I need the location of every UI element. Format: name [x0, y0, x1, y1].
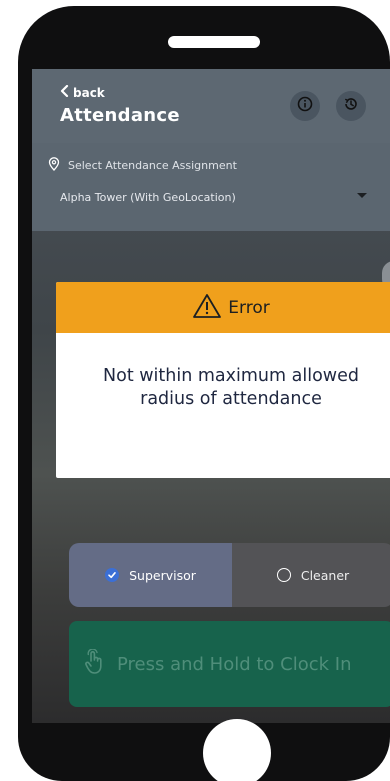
info-circle-icon	[297, 96, 313, 116]
app-header: back Attendance	[32, 69, 390, 143]
back-label: back	[73, 85, 105, 100]
role-toggle: Supervisor Cleaner	[69, 543, 390, 607]
radio-unchecked-icon	[276, 568, 291, 582]
role-option-label: Supervisor	[129, 567, 196, 583]
page-title: Attendance	[60, 105, 180, 126]
error-dialog-message: Not within maximum allowed radius of att…	[56, 333, 390, 411]
phone-speaker	[168, 36, 260, 48]
chevron-left-icon	[60, 84, 69, 100]
info-button[interactable]	[290, 91, 320, 121]
role-option-label: Cleaner	[300, 567, 350, 583]
clock-in-label: Press and Hold to Clock In	[117, 653, 352, 675]
assignment-selected-value: Alpha Tower (With GeoLocation)	[60, 191, 236, 204]
location-pin-icon	[48, 157, 60, 174]
error-message-line-2: radius of attendance	[140, 389, 322, 409]
warning-triangle-icon	[192, 293, 222, 323]
role-option-supervisor[interactable]: Supervisor	[69, 543, 232, 607]
chevron-down-icon[interactable]	[357, 193, 367, 198]
clock-in-button[interactable]: Press and Hold to Clock In	[69, 621, 390, 707]
home-button[interactable]	[203, 719, 271, 781]
back-button[interactable]: back	[60, 84, 105, 100]
history-button[interactable]	[336, 91, 366, 121]
phone-frame: back Attendance Select Attendance Assign…	[18, 6, 390, 781]
radio-checked-icon	[105, 568, 120, 582]
error-dialog-header: Error	[56, 282, 390, 333]
role-option-cleaner[interactable]: Cleaner	[232, 543, 390, 607]
error-dialog: Error Not within maximum allowed radius …	[56, 282, 390, 478]
error-message-line-1: Not within maximum allowed	[103, 366, 359, 386]
history-icon	[343, 96, 359, 116]
error-dialog-title: Error	[228, 297, 270, 318]
assignment-label-row: Select Attendance Assignment	[48, 157, 237, 174]
assignment-label: Select Attendance Assignment	[68, 159, 237, 172]
app-screen: back Attendance Select Attendance Assign…	[32, 69, 390, 723]
assignment-selector[interactable]: Select Attendance Assignment Alpha Tower…	[32, 143, 390, 231]
tap-hand-icon	[83, 648, 105, 679]
